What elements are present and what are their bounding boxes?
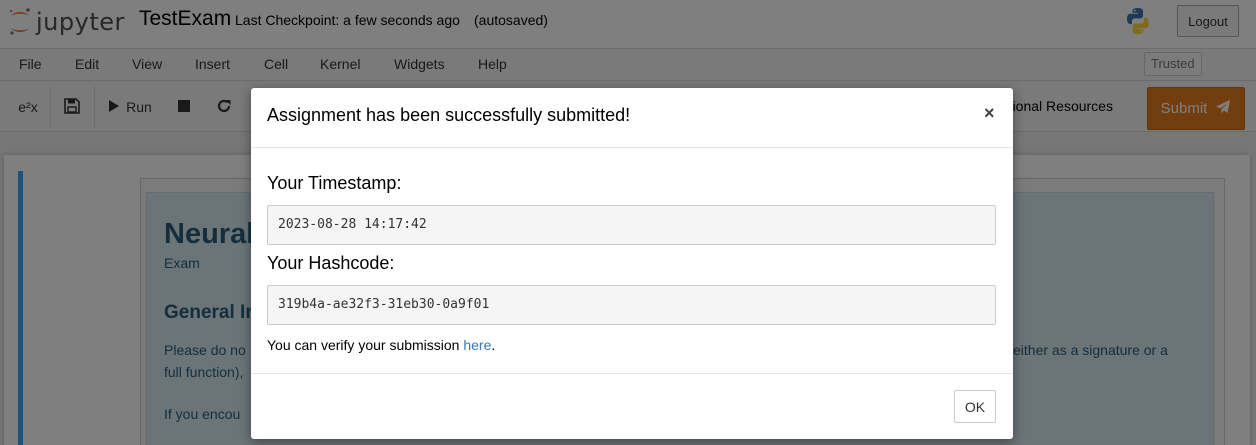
- ok-button[interactable]: OK: [954, 390, 996, 423]
- verify-prefix: You can verify your submission: [267, 337, 464, 353]
- close-icon[interactable]: ×: [984, 103, 995, 123]
- hashcode-field[interactable]: 319b4a-ae32f3-31eb30-0a9f01: [267, 285, 996, 325]
- verify-suffix: .: [491, 337, 496, 353]
- verify-text: You can verify your submission here.: [267, 337, 495, 353]
- verify-link[interactable]: here: [463, 337, 491, 353]
- dialog-title: Assignment has been successfully submitt…: [267, 105, 631, 125]
- dialog-header: Assignment has been successfully submitt…: [251, 88, 1013, 148]
- dialog-footer: OK: [251, 373, 1013, 439]
- submission-dialog: Assignment has been successfully submitt…: [251, 88, 1013, 439]
- timestamp-label: Your Timestamp:: [267, 173, 402, 193]
- timestamp-field[interactable]: 2023-08-28 14:17:42: [267, 205, 996, 245]
- hashcode-label: Your Hashcode:: [267, 253, 395, 273]
